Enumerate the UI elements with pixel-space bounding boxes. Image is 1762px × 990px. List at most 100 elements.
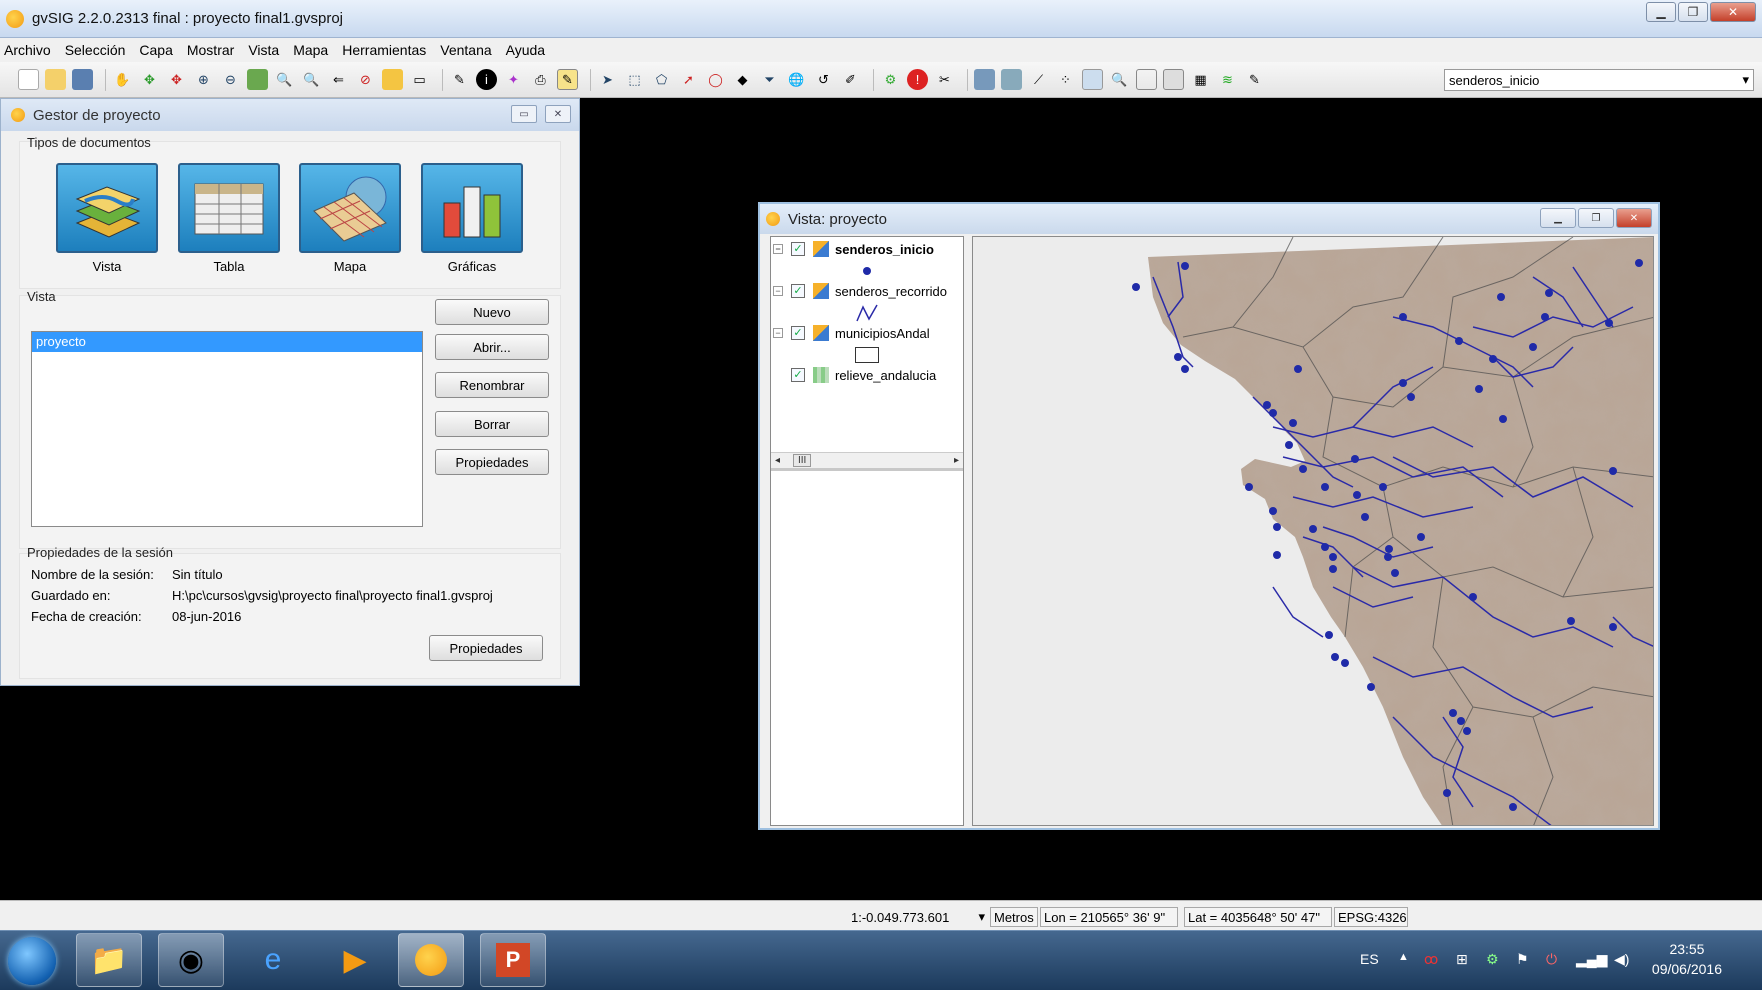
zoom-back-icon[interactable]: ⇐ xyxy=(328,69,349,90)
select-line-icon[interactable]: ➚ xyxy=(678,69,699,90)
gvsig-taskbar-icon[interactable] xyxy=(398,933,464,987)
power-icon[interactable]: ⏻ xyxy=(1546,951,1557,968)
edit-icon[interactable]: ✎ xyxy=(557,69,578,90)
zoom-window-icon[interactable]: ⊘ xyxy=(355,69,376,90)
scroll-right-icon[interactable]: ▸ xyxy=(954,455,959,466)
zoom-layer-icon[interactable] xyxy=(247,69,268,90)
zoom-out-icon[interactable]: ⊖ xyxy=(220,69,241,90)
new-file-icon[interactable] xyxy=(18,69,39,90)
info-icon[interactable]: i xyxy=(476,69,497,90)
panel-icon[interactable] xyxy=(1136,69,1157,90)
media-player-icon[interactable]: ▶ xyxy=(322,933,388,987)
doctype-tabla[interactable]: Tabla xyxy=(178,163,280,274)
open-button[interactable]: Abrir... xyxy=(435,334,549,360)
layer-visibility-checkbox[interactable]: ✓ xyxy=(791,284,805,298)
new-button[interactable]: Nuevo xyxy=(435,299,549,325)
layer-row-relieve[interactable]: ✓ relieve_andalucia xyxy=(773,365,961,385)
measure-icon[interactable]: ✎ xyxy=(449,69,470,90)
scale-selector[interactable]: 1:-0.049.773.601 ▾ xyxy=(848,907,988,927)
locator-icon[interactable] xyxy=(382,69,403,90)
powerpoint-icon[interactable]: P xyxy=(480,933,546,987)
add-layer-icon[interactable] xyxy=(974,69,995,90)
collapse-icon[interactable]: − xyxy=(773,286,783,296)
select-rectangle-icon[interactable]: ⬚ xyxy=(624,69,645,90)
close-button[interactable]: ✕ xyxy=(545,105,571,123)
volume-icon[interactable]: ◀) xyxy=(1614,951,1629,968)
clear-selection-icon[interactable]: ✐ xyxy=(840,69,861,90)
start-button[interactable] xyxy=(8,937,56,985)
flag-icon[interactable]: ⚑ xyxy=(1516,951,1529,968)
open-folder-icon[interactable] xyxy=(45,69,66,90)
maximize-button[interactable]: ❐ xyxy=(1578,208,1614,228)
invert-selection-icon[interactable]: ↺ xyxy=(813,69,834,90)
copy-icon[interactable] xyxy=(1163,69,1184,90)
toc-horizontal-scrollbar[interactable]: ◂ III ▸ xyxy=(771,452,963,468)
layer-stack-icon[interactable]: ≋ xyxy=(1217,69,1238,90)
hyperlink-icon[interactable]: ✦ xyxy=(503,69,524,90)
tools-icon[interactable]: ✂ xyxy=(934,69,955,90)
layer-visibility-checkbox[interactable]: ✓ xyxy=(791,242,805,256)
session-properties-button[interactable]: Propiedades xyxy=(429,635,543,661)
layer-edit-icon[interactable]: ✎ xyxy=(1244,69,1265,90)
doctype-vista[interactable]: Vista xyxy=(56,163,158,274)
filter-icon[interactable]: ⏷ xyxy=(759,69,780,90)
antivirus-icon[interactable]: ꝏ xyxy=(1424,951,1438,968)
menu-capa[interactable]: Capa xyxy=(139,42,172,58)
scroll-thumb[interactable]: III xyxy=(793,454,812,467)
delete-button[interactable]: Borrar xyxy=(435,411,549,437)
snap-icon[interactable]: ⁘ xyxy=(1055,69,1076,90)
layer-visibility-checkbox[interactable]: ✓ xyxy=(791,326,805,340)
menu-vista[interactable]: Vista xyxy=(248,42,279,58)
error-icon[interactable]: ! xyxy=(907,69,928,90)
menu-archivo[interactable]: Archivo xyxy=(4,42,51,58)
chrome-icon[interactable]: ◉ xyxy=(158,933,224,987)
properties-button[interactable]: Propiedades xyxy=(435,449,549,475)
layer-row-senderos-recorrido[interactable]: − ✓ senderos_recorrido xyxy=(773,281,961,301)
language-indicator[interactable]: ES xyxy=(1360,951,1379,967)
menu-mostrar[interactable]: Mostrar xyxy=(187,42,234,58)
explorer-icon[interactable]: 📁 xyxy=(76,933,142,987)
scroll-left-icon[interactable]: ◂ xyxy=(775,455,780,466)
doctype-graficas[interactable]: Gráficas xyxy=(421,163,523,274)
zoom-full-icon[interactable]: ✥ xyxy=(139,69,160,90)
list-item[interactable]: proyecto xyxy=(32,332,422,352)
menu-seleccion[interactable]: Selección xyxy=(65,42,126,58)
internet-explorer-icon[interactable]: e xyxy=(240,933,306,987)
menu-herramientas[interactable]: Herramientas xyxy=(342,42,426,58)
rename-button[interactable]: Renombrar xyxy=(435,372,549,398)
minimize-button[interactable]: ▁ xyxy=(1646,2,1676,22)
layer-row-municipios[interactable]: − ✓ municipiosAndal xyxy=(773,323,961,343)
frame-icon[interactable]: ▭ xyxy=(409,69,430,90)
windows-icon[interactable]: ⊞ xyxy=(1456,951,1468,968)
close-button[interactable]: ✕ xyxy=(1710,2,1756,22)
collapse-icon[interactable]: − xyxy=(773,244,783,254)
maximize-button[interactable]: ❐ xyxy=(1678,2,1708,22)
layer-visibility-checkbox[interactable]: ✓ xyxy=(791,368,805,382)
menu-ventana[interactable]: Ventana xyxy=(440,42,491,58)
documents-list[interactable]: proyecto xyxy=(31,331,423,527)
select-point-icon[interactable]: ◆ xyxy=(732,69,753,90)
zoom-icon[interactable]: 🔍 xyxy=(274,69,295,90)
globe-icon[interactable]: 🌐 xyxy=(786,69,807,90)
layer-row-senderos-inicio[interactable]: − ✓ senderos_inicio xyxy=(773,239,961,259)
table-grid-icon[interactable]: ▦ xyxy=(1190,69,1211,90)
minimize-button[interactable]: ▁ xyxy=(1540,208,1576,228)
select-polygon-icon[interactable]: ⬠ xyxy=(651,69,672,90)
select-circle-icon[interactable]: ◯ xyxy=(705,69,726,90)
update-icon[interactable]: ⚙ xyxy=(1486,951,1499,968)
menu-mapa[interactable]: Mapa xyxy=(293,42,328,58)
save-icon[interactable] xyxy=(72,69,93,90)
pan-hand-icon[interactable]: ✋ xyxy=(112,69,133,90)
graph-icon[interactable]: ⟋ xyxy=(1028,69,1049,90)
search-icon[interactable]: 🔍 xyxy=(1109,69,1130,90)
doctype-mapa[interactable]: Mapa xyxy=(299,163,401,274)
network-signal-icon[interactable]: ▂▄▆ xyxy=(1576,951,1607,968)
collapse-icon[interactable]: − xyxy=(773,328,783,338)
show-hidden-icons-icon[interactable]: ▲ xyxy=(1398,951,1409,963)
zoom-selection-icon[interactable]: ✥ xyxy=(166,69,187,90)
print-icon[interactable]: ⎙ xyxy=(530,69,551,90)
export-icon[interactable] xyxy=(1001,69,1022,90)
document-zoom-icon[interactable] xyxy=(1082,69,1103,90)
settings-gear-icon[interactable]: ⚙ xyxy=(880,69,901,90)
menu-ayuda[interactable]: Ayuda xyxy=(506,42,545,58)
